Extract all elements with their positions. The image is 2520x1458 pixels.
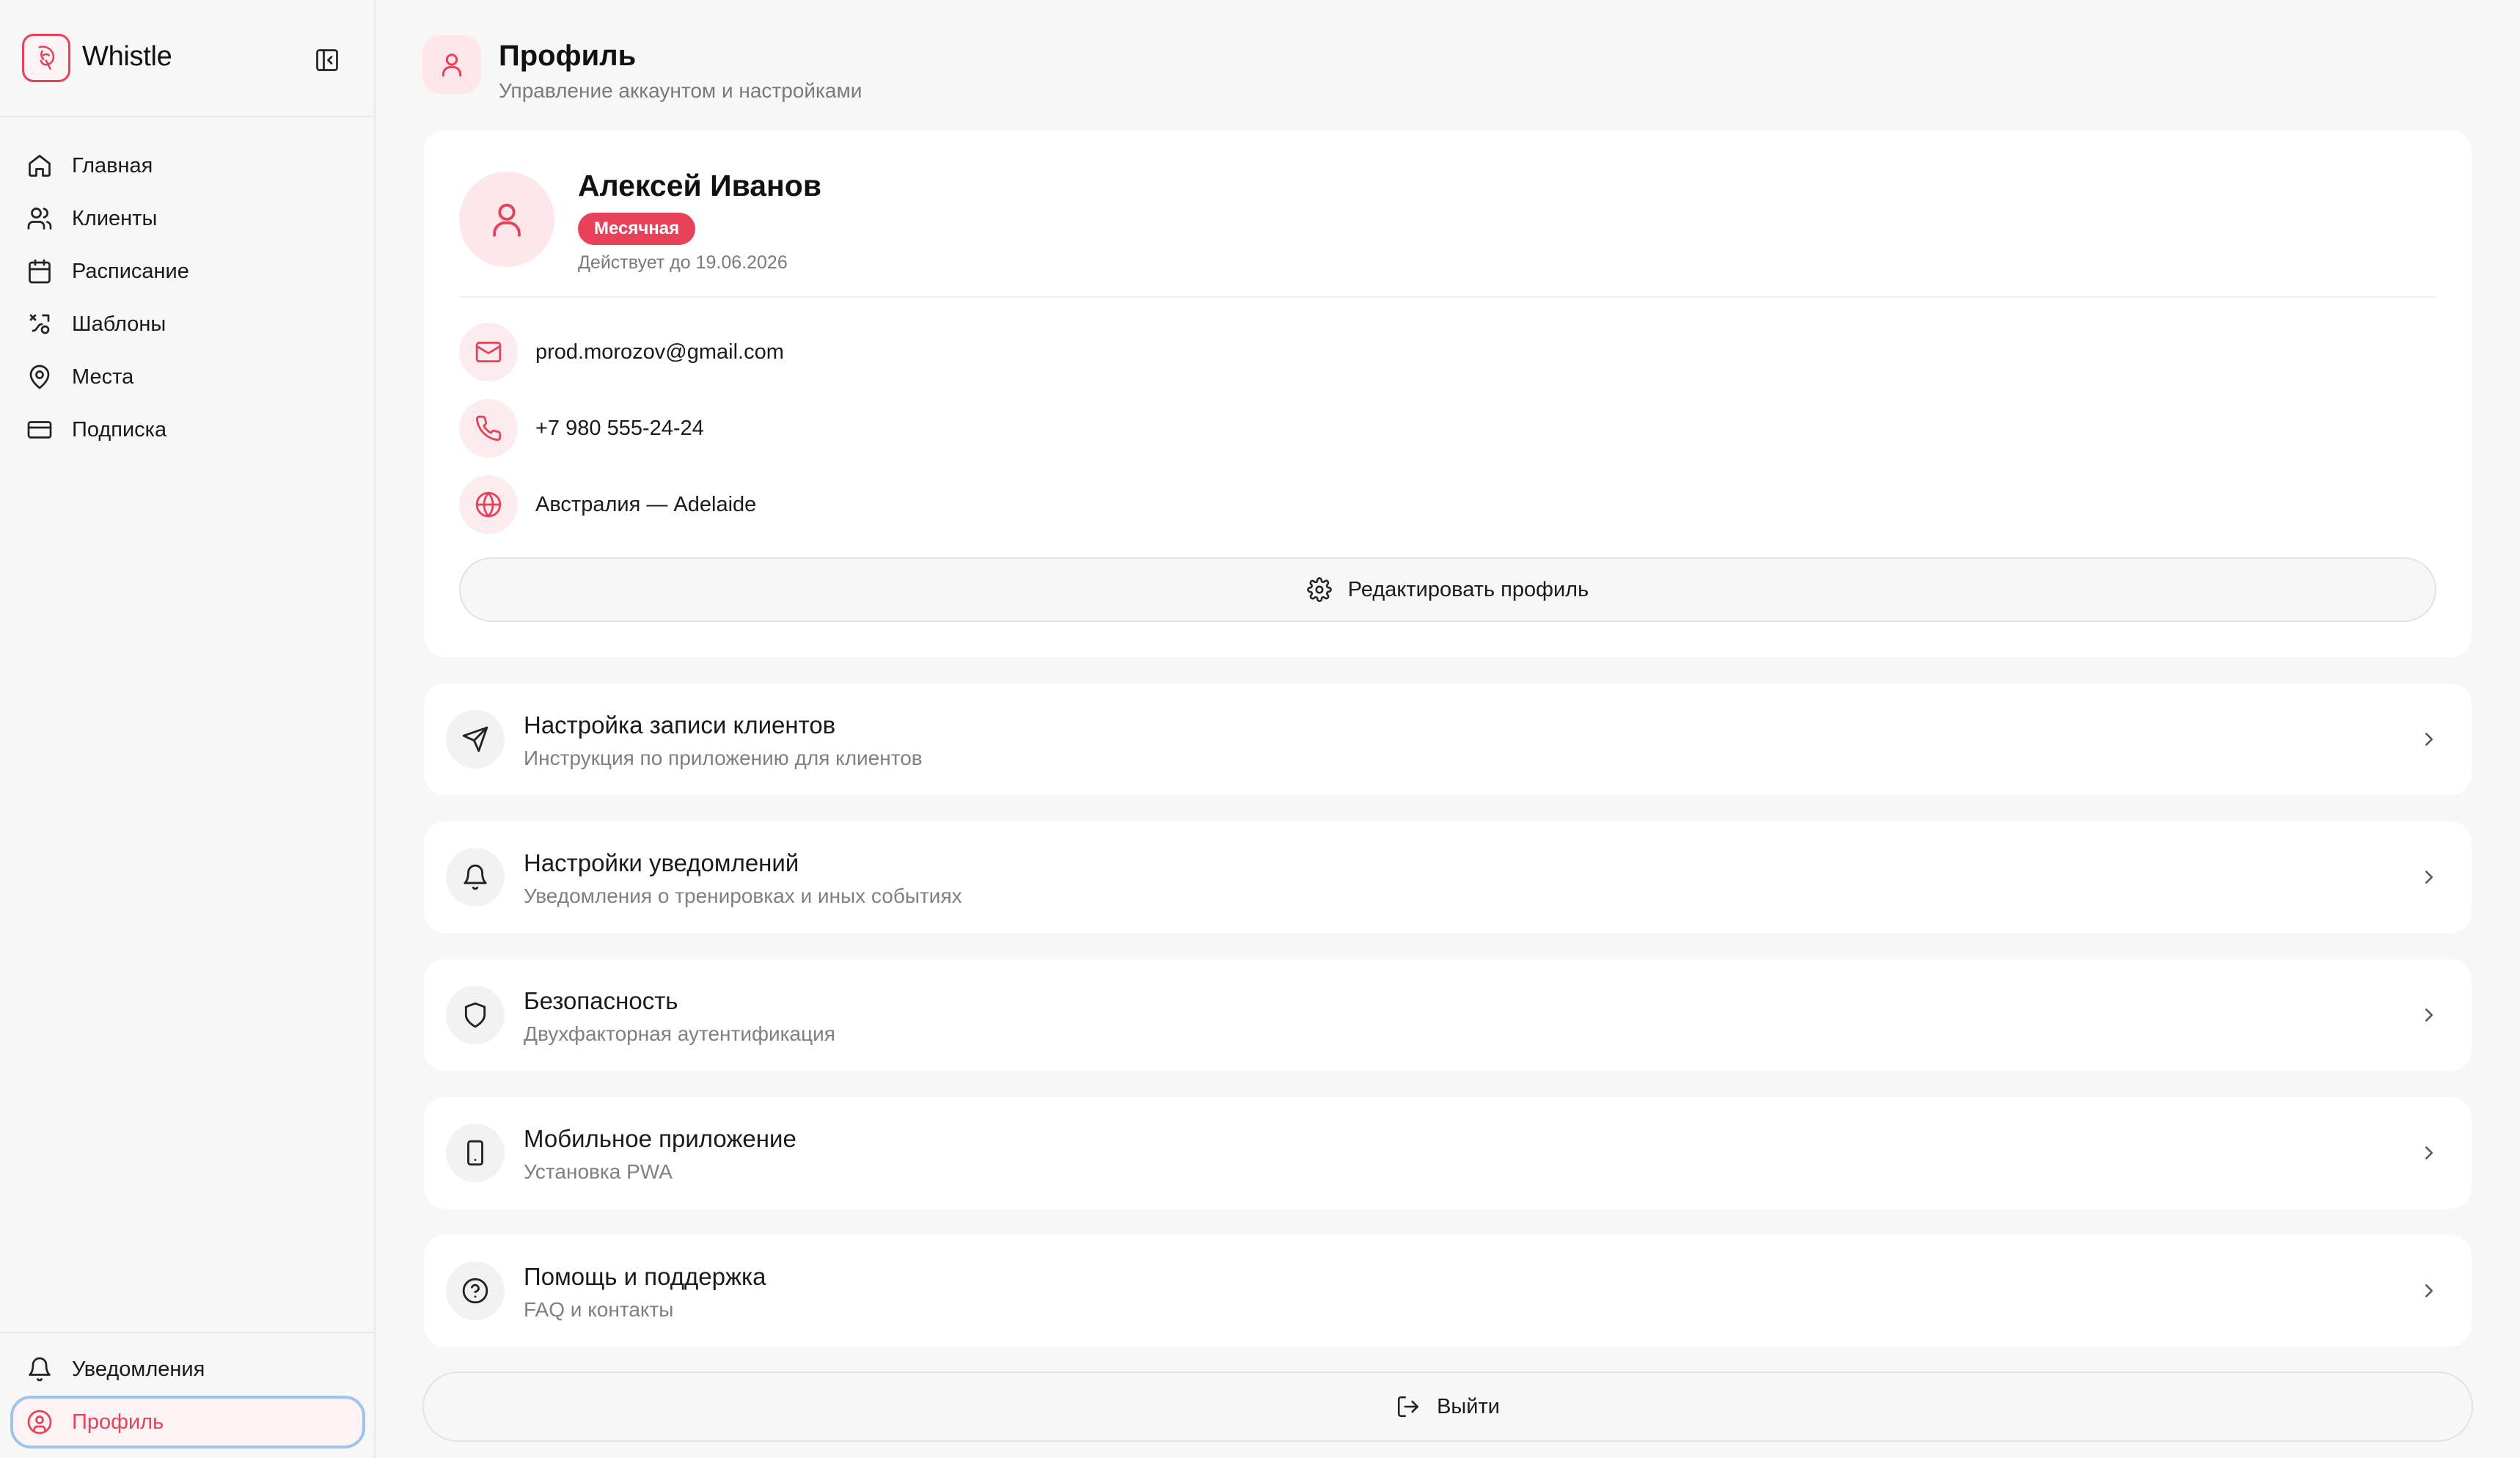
plan-badge: Месячная [578,213,696,245]
page-title: Профиль [499,40,637,72]
home-icon [23,150,56,182]
chevron-right-icon [2413,723,2445,755]
page-icon [422,35,481,94]
card-divider [459,296,2436,298]
menu-item-mobile-app[interactable]: Мобильное приложение Установка PWA [424,1097,2472,1209]
user-circle-icon [23,1406,56,1438]
menu-item-subtitle: Установка PWA [524,1160,673,1183]
user-icon [493,203,521,237]
menu-item-notification-settings[interactable]: Настройки уведомлений Уведомления о трен… [424,821,2472,933]
whistle-logo-icon [38,45,55,70]
phone-icon [459,399,518,458]
sidebar-item-notifications[interactable]: Уведомления [10,1343,365,1396]
globe-icon [459,475,518,534]
sidebar-item-label: Профиль [72,1410,164,1434]
credit-card-icon [23,414,56,446]
sidebar-header: Whistle [0,0,374,117]
edit-profile-label: Редактировать профиль [1347,577,1589,601]
smartphone-icon [446,1124,505,1182]
sidebar-nav: Главная Клиенты Расписание Шаблоны Места [10,139,365,456]
users-icon [23,202,56,235]
menu-item-title: Мобильное приложение [524,1125,796,1152]
sidebar-item-clients[interactable]: Клиенты [10,192,365,245]
app-logo[interactable] [22,34,70,82]
location-value: Австралия — Adelaide [535,492,757,516]
help-circle-icon [446,1261,505,1320]
sidebar-item-schedule[interactable]: Расписание [10,245,365,298]
user-icon [442,54,462,77]
sidebar-item-templates[interactable]: Шаблоны [10,298,365,351]
chevron-right-icon [2413,999,2445,1031]
sidebar-item-label: Главная [72,153,153,177]
sidebar: Whistle Главная Клиенты Расписание Шабло… [0,0,376,1458]
bell-icon [446,848,505,906]
menu-item-title: Безопасность [524,987,678,1014]
page-subtitle: Управление аккаунтом и настройками [499,79,862,102]
subscription-valid-until: Действует до 19.06.2026 [578,252,788,273]
logout-label: Выйти [1437,1394,1500,1418]
shield-icon [446,986,505,1044]
menu-item-subtitle: Уведомления о тренировках и иных события… [524,884,962,907]
bell-icon [23,1353,56,1385]
sidebar-item-profile[interactable]: Профиль [10,1396,365,1448]
email-row: prod.morozov@gmail.com [459,323,784,381]
profile-card: Алексей Иванов Месячная Действует до 19.… [424,131,2472,657]
menu-item-security[interactable]: Безопасность Двухфакторная аутентификаци… [424,959,2472,1071]
send-icon [446,710,505,769]
app-name: Whistle [82,41,172,72]
collapse-sidebar-button[interactable] [311,44,343,76]
phone-value: +7 980 555-24-24 [535,416,704,440]
sidebar-item-label: Шаблоны [72,312,166,336]
sidebar-item-subscription[interactable]: Подписка [10,403,365,456]
chevron-right-icon [2413,1137,2445,1169]
user-name: Алексей Иванов [578,169,822,202]
email-value: prod.morozov@gmail.com [535,340,784,364]
menu-item-subtitle: Двухфакторная аутентификация [524,1022,835,1045]
templates-icon [23,308,56,340]
sidebar-item-label: Уведомления [72,1357,205,1381]
gear-icon [1306,577,1332,602]
sidebar-item-label: Расписание [72,259,189,283]
menu-item-title: Помощь и поддержка [524,1263,766,1290]
sidebar-item-label: Места [72,364,134,389]
menu-item-subtitle: Инструкция по приложению для клиентов [524,747,923,769]
map-pin-icon [23,361,56,393]
chevron-right-icon [2413,1275,2445,1307]
sidebar-bottom-nav: Уведомления Профиль [10,1343,365,1448]
sidebar-divider [0,1332,374,1333]
menu-item-title: Настройки уведомлений [524,849,799,876]
mail-icon [459,323,518,381]
menu-item-client-booking[interactable]: Настройка записи клиентов Инструкция по … [424,684,2472,795]
edit-profile-button[interactable]: Редактировать профиль [459,557,2436,622]
sidebar-item-label: Клиенты [72,206,158,230]
sidebar-item-label: Подписка [72,417,167,442]
menu-item-help[interactable]: Помощь и поддержка FAQ и контакты [424,1235,2472,1347]
logout-button[interactable]: Выйти [422,1371,2473,1442]
menu-item-title: Настройка записи клиентов [524,711,836,739]
logout-icon [1398,1396,1419,1418]
menu-item-subtitle: FAQ и контакты [524,1298,674,1321]
chevron-right-icon [2413,861,2445,893]
panel-left-icon [316,49,338,71]
calendar-icon [23,255,56,287]
location-row: Австралия — Adelaide [459,475,756,534]
avatar [459,172,554,267]
sidebar-item-places[interactable]: Места [10,351,365,403]
sidebar-item-home[interactable]: Главная [10,139,365,192]
phone-row: +7 980 555-24-24 [459,399,704,458]
